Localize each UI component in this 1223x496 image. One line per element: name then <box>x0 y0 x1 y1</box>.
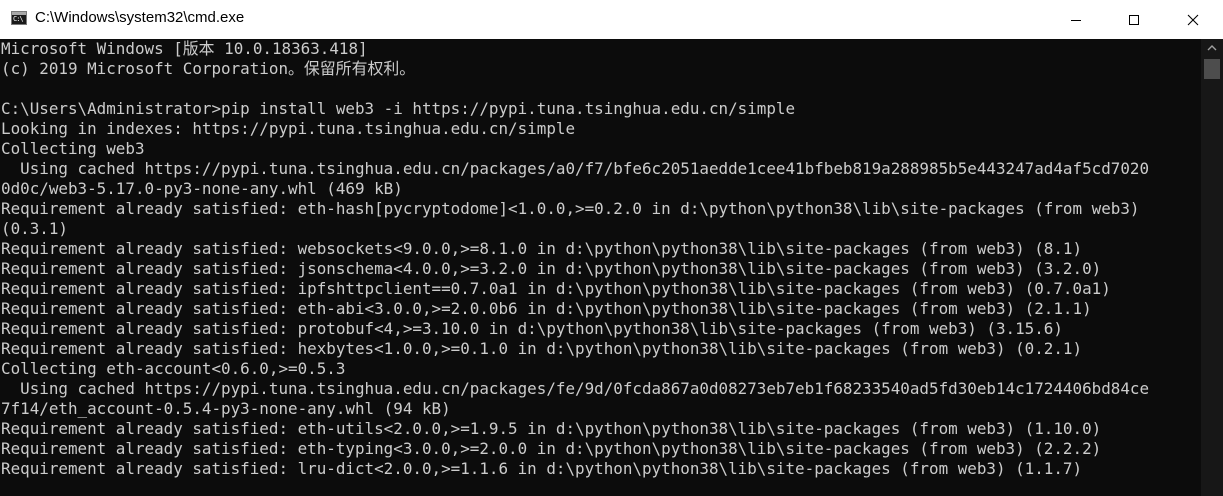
terminal-line: Requirement already satisfied: ipfshttpc… <box>1 279 1111 298</box>
close-icon <box>1187 14 1199 25</box>
terminal-line: Requirement already satisfied: jsonschem… <box>1 259 1102 278</box>
terminal-line: Requirement already satisfied: eth-utils… <box>1 419 1102 438</box>
terminal-line: Looking in indexes: https://pypi.tuna.ts… <box>1 119 576 138</box>
maximize-button[interactable] <box>1105 0 1163 39</box>
terminal-line: Requirement already satisfied: eth-hash[… <box>1 199 1140 218</box>
cmd-icon-glyph: C:\ <box>13 15 24 23</box>
terminal-line: Requirement already satisfied: protobuf<… <box>1 319 1063 338</box>
terminal-line: Collecting web3 <box>1 139 145 158</box>
minimize-icon <box>1071 19 1081 21</box>
cmd-window: C:\ C:\Windows\system32\cmd.exe Microsof… <box>0 0 1223 496</box>
terminal-line: Requirement already satisfied: lru-dict<… <box>1 459 1083 478</box>
terminal-line: Requirement already satisfied: eth-abi<3… <box>1 299 1092 318</box>
terminal-line: Requirement already satisfied: eth-typin… <box>1 439 1102 458</box>
terminal-line: C:\Users\Administrator>pip install web3 … <box>1 99 796 118</box>
cmd-icon[interactable]: C:\ <box>11 11 27 25</box>
vertical-scrollbar[interactable] <box>1201 39 1223 496</box>
scroll-up-arrow-icon <box>1207 45 1217 51</box>
window-title: C:\Windows\system32\cmd.exe <box>35 9 245 26</box>
terminal-line: 0d0c/web3-5.17.0-py3-none-any.whl (469 k… <box>1 179 403 198</box>
terminal-line: 7f14/eth_account-0.5.4-py3-none-any.whl … <box>1 399 451 418</box>
terminal-line: (c) 2019 Microsoft Corporation。保留所有权利。 <box>1 59 416 78</box>
terminal-line: Using cached https://pypi.tuna.tsinghua.… <box>1 379 1150 398</box>
terminal-line: Microsoft Windows [版本 10.0.18363.418] <box>1 39 368 58</box>
scroll-thumb[interactable] <box>1204 59 1220 79</box>
terminal-line: Requirement already satisfied: websocket… <box>1 239 1083 258</box>
terminal-line: (0.3.1) <box>1 219 68 238</box>
terminal-output[interactable]: Microsoft Windows [版本 10.0.18363.418] (c)… <box>0 39 1201 496</box>
terminal-line: Requirement already satisfied: hexbytes<… <box>1 339 1083 358</box>
title-bar[interactable]: C:\ C:\Windows\system32\cmd.exe <box>0 0 1223 39</box>
close-button[interactable] <box>1163 0 1223 39</box>
maximize-icon <box>1129 14 1139 25</box>
terminal-line: Using cached https://pypi.tuna.tsinghua.… <box>1 159 1150 178</box>
scroll-up-button[interactable] <box>1201 39 1223 57</box>
terminal-line: Collecting eth-account<0.6.0,>=0.5.3 <box>1 359 346 378</box>
minimize-button[interactable] <box>1047 0 1105 39</box>
